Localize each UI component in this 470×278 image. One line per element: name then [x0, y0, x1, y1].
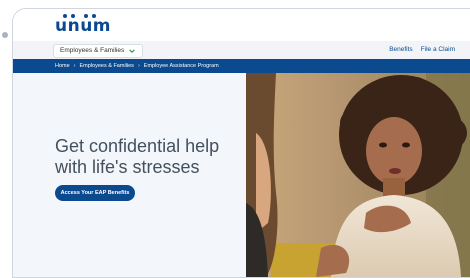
breadcrumb-separator: ›: [137, 63, 140, 69]
logo-dot-icon: [71, 14, 75, 18]
side-indicator-dot: [2, 32, 8, 38]
benefits-link[interactable]: Benefits: [389, 46, 413, 53]
secondary-nav: Employees & Families Benefits File a Cla…: [13, 41, 470, 59]
hero-title: Get confidential help with life's stress…: [55, 136, 220, 177]
breadcrumb-bar: Home › Employees & Families › Employee A…: [13, 59, 470, 73]
header: unum: [13, 9, 470, 41]
logo-dot-icon: [63, 14, 67, 18]
breadcrumb-separator: ›: [73, 63, 76, 69]
file-a-claim-link[interactable]: File a Claim: [421, 46, 455, 53]
breadcrumb-current: Employee Assistance Program: [143, 63, 219, 69]
hero-text-panel: Get confidential help with life's stress…: [13, 73, 246, 277]
dropdown-label: Employees & Families: [60, 47, 125, 54]
unum-logo[interactable]: unum: [55, 16, 111, 36]
breadcrumb-employees-families[interactable]: Employees & Families: [80, 59, 134, 73]
breadcrumb-home[interactable]: Home: [55, 59, 70, 73]
logo-dot-icon: [92, 14, 96, 18]
utility-links: Benefits File a Claim: [389, 46, 455, 53]
woman-speaking-photo: [246, 73, 470, 277]
logo-dot-icon: [84, 14, 88, 18]
chevron-down-icon: [129, 49, 136, 53]
browser-page: unum Employees & Families Benefits File …: [12, 8, 470, 278]
breadcrumb: Home › Employees & Families › Employee A…: [55, 59, 219, 73]
audience-dropdown[interactable]: Employees & Families: [53, 44, 144, 58]
access-eap-benefits-button[interactable]: Access Your EAP Benefits: [55, 185, 135, 201]
